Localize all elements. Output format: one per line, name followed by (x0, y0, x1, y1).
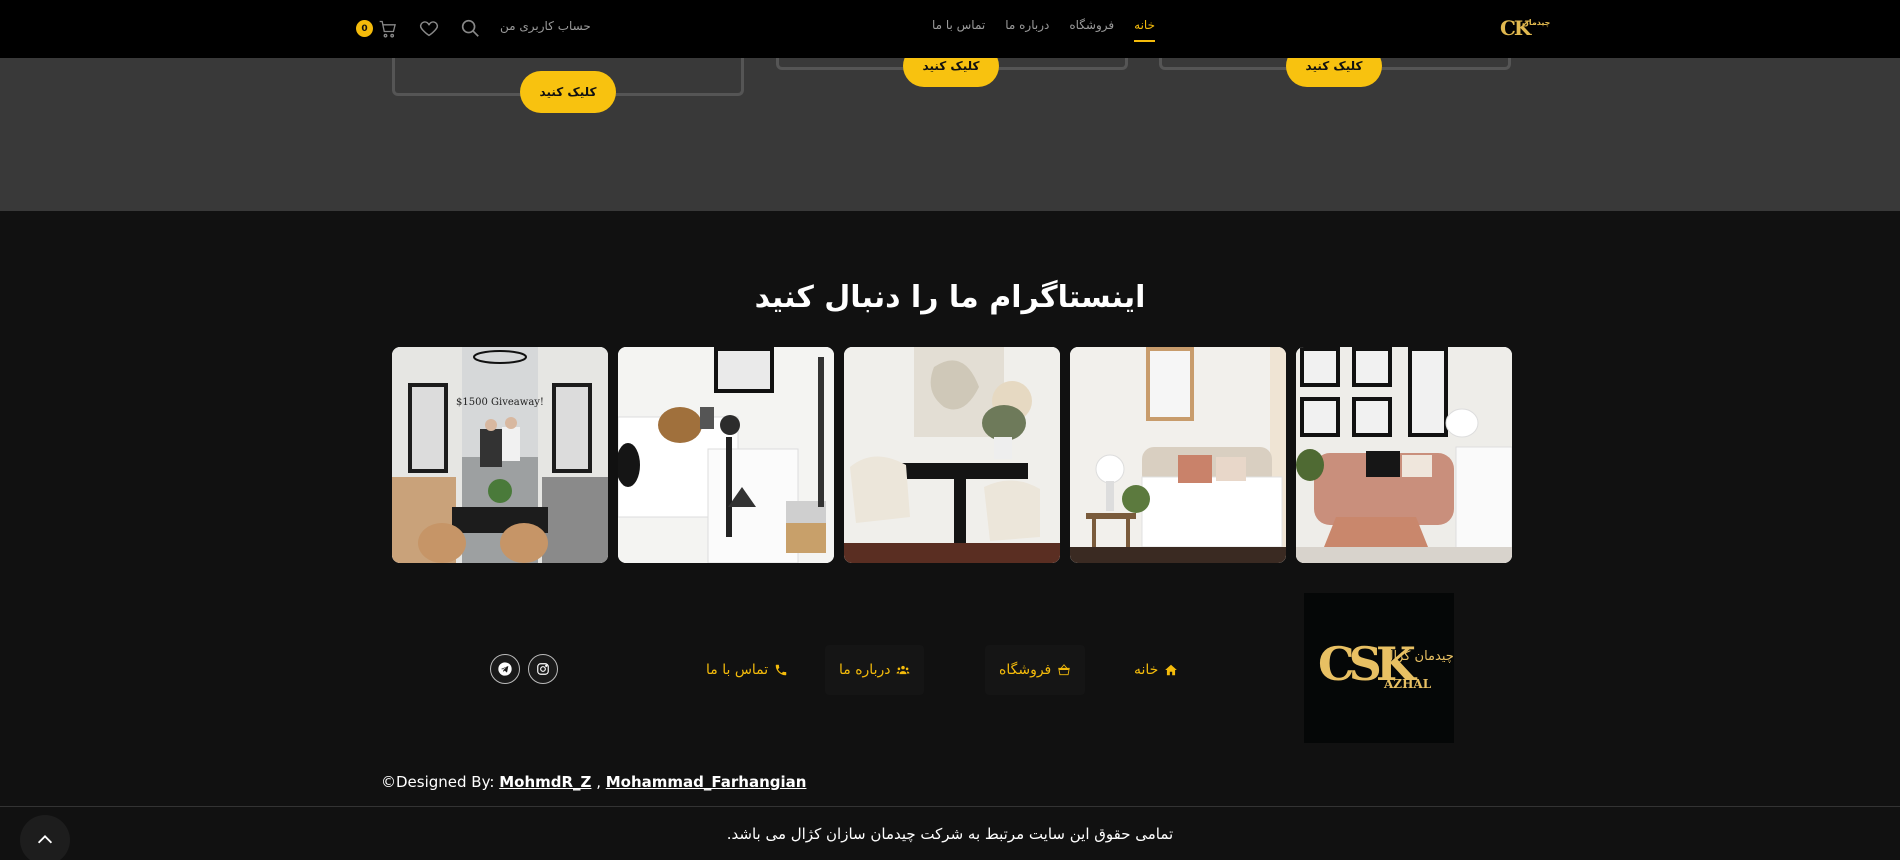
instagram-photo[interactable] (618, 347, 834, 563)
instagram-title: اینستاگرام ما را دنبال کنید (754, 280, 1146, 315)
instagram-photo[interactable] (1070, 347, 1286, 563)
heart-icon[interactable] (418, 17, 440, 39)
giveaway-text: $1500 Giveaway! (456, 397, 544, 408)
home-icon (1165, 664, 1178, 676)
dining-room-image (844, 347, 1060, 563)
instagram-photo[interactable] (1296, 347, 1512, 563)
phone-icon (775, 664, 787, 676)
footer-nav-about-label: درباره ما (839, 662, 891, 678)
instagram-link[interactable] (528, 654, 558, 684)
footer-nav-contact-label: تماس با ما (706, 662, 769, 678)
instagram-photo[interactable] (844, 347, 1060, 563)
nav-shop[interactable]: فروشگاه (1069, 18, 1114, 42)
basket-icon (1058, 664, 1071, 676)
scroll-to-top-button[interactable] (20, 815, 70, 860)
instagram-photo[interactable]: $1500 Giveaway! (392, 347, 608, 563)
footer-nav-shop[interactable]: فروشگاه (985, 645, 1086, 695)
designer-link-1[interactable]: MohmdR_Z (499, 773, 591, 791)
footer-logo-word: AZHAL (1384, 677, 1432, 691)
nav-home[interactable]: خانه (1134, 18, 1155, 42)
shelf-decor-image (618, 347, 834, 563)
credit-separator: , (591, 773, 606, 791)
living-room-image (1296, 347, 1512, 563)
main-nav: خانه فروشگاه درباره ما تماس با ما (932, 18, 1155, 42)
designer-credit: ©Designed By: MohmdR_Z , Mohammad_Farhan… (381, 773, 806, 791)
search-icon[interactable] (459, 17, 481, 39)
footer-nav-about[interactable]: درباره ما (825, 645, 925, 695)
giveaway-couple-image: $1500 Giveaway! (392, 347, 608, 563)
account-link[interactable]: حساب کاربری من (500, 19, 591, 33)
click-button[interactable]: کلیک کنید (520, 71, 616, 113)
logo-sub: چیدمان (1522, 18, 1551, 27)
footer-nav-home-label: خانه (1134, 662, 1159, 678)
telegram-link[interactable] (490, 654, 520, 684)
nav-contact[interactable]: تماس با ما (932, 18, 985, 42)
footer-nav-home[interactable]: خانه (1120, 645, 1192, 695)
credit-prefix: ©Designed By: (381, 773, 500, 791)
telegram-icon (498, 662, 512, 676)
cart-count-badge: 0 (356, 20, 373, 37)
nav-about[interactable]: درباره ما (1005, 18, 1049, 42)
users-icon (897, 665, 910, 675)
cart-button[interactable]: 0 (356, 16, 400, 42)
footer-nav-shop-label: فروشگاه (999, 662, 1052, 678)
designer-link-2[interactable]: Mohammad_Farhangian (606, 773, 807, 791)
instagram-icon (537, 663, 549, 675)
top-header: CK چیدمان خانه فروشگاه درباره ما تماس با… (0, 0, 1900, 58)
bedroom-image (1070, 347, 1286, 563)
site-logo[interactable]: CK چیدمان (1500, 16, 1550, 42)
footer-logo-persian: چیدمان کژال (1384, 649, 1454, 664)
cart-icon (379, 20, 396, 38)
copyright-text: تمامی حقوق این سایت مرتبط به شرکت چیدمان… (726, 825, 1174, 843)
footer-nav-contact[interactable]: تماس با ما (692, 645, 802, 695)
chevron-up-icon (37, 835, 53, 844)
footer-logo[interactable]: CSK چیدمان کژال AZHAL (1304, 593, 1454, 743)
